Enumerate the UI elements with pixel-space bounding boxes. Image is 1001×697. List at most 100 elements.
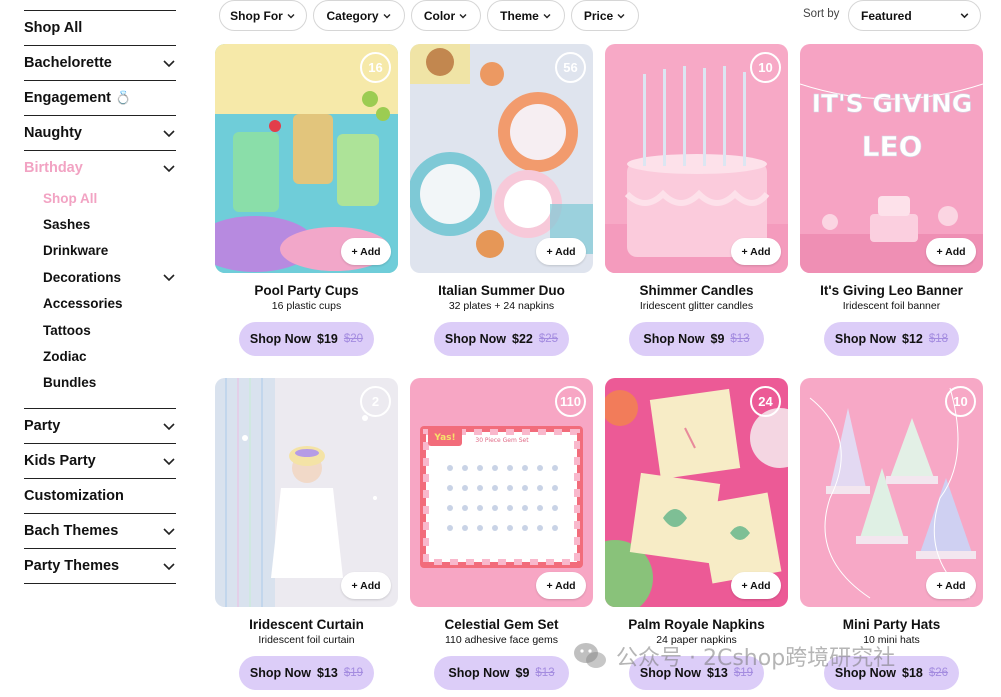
sidebar-item-bach-themes[interactable]: Bach Themes — [24, 514, 176, 550]
chevron-down-icon — [287, 13, 295, 18]
chevron-down-icon[interactable] — [162, 524, 176, 538]
filter-label: Color — [423, 8, 456, 23]
product-title[interactable]: Iridescent Curtain — [215, 617, 398, 633]
sidebar-item-label: Customization — [24, 488, 124, 505]
sidebar-item-customization[interactable]: Customization — [24, 479, 176, 515]
product-title[interactable]: Mini Party Hats — [800, 617, 983, 633]
submenu-item-label: Sashes — [43, 217, 91, 233]
product-title[interactable]: Italian Summer Duo — [410, 283, 593, 299]
sidebar-item-engagement[interactable]: Engagement 💍 — [24, 81, 176, 116]
sidebar-item-birthday[interactable]: Birthday — [24, 151, 176, 185]
submenu-item-accessories[interactable]: Accessories — [43, 291, 176, 317]
product-image[interactable]: 56 + Add — [410, 44, 593, 273]
chevron-down-icon[interactable] — [162, 559, 176, 573]
product-title[interactable]: Shimmer Candles — [605, 283, 788, 299]
product-card[interactable]: IT'S GIVING LEO + Add It's Giving Leo Ba… — [800, 44, 983, 356]
filter-color[interactable]: Color — [411, 0, 481, 31]
product-image[interactable]: 10 + Add — [605, 44, 788, 273]
product-subtitle: 16 plastic cups — [271, 300, 342, 312]
submenu-item-bundles[interactable]: Bundles — [43, 370, 176, 396]
wechat-icon — [574, 643, 606, 668]
filter-shop-for[interactable]: Shop For — [219, 0, 307, 31]
chevron-down-icon[interactable] — [162, 126, 176, 140]
filter-price[interactable]: Price — [571, 0, 639, 31]
shop-now-button[interactable]: Shop Now $9 $13 — [629, 322, 764, 356]
shop-now-label: Shop Now — [444, 332, 507, 346]
submenu-item-tattoos[interactable]: Tattoos — [43, 317, 176, 343]
product-title[interactable]: It's Giving Leo Banner — [800, 283, 983, 299]
chevron-down-icon[interactable] — [162, 419, 176, 433]
chevron-down-icon[interactable] — [162, 56, 176, 70]
add-to-cart-button[interactable]: + Add — [926, 238, 976, 265]
shop-now-button[interactable]: Shop Now $13 $19 — [239, 656, 374, 690]
category-sidebar: Shop All Bachelorette Engagement 💍 Naught… — [24, 10, 176, 585]
shop-now-label: Shop Now — [643, 332, 705, 346]
sidebar-item-party-themes[interactable]: Party Themes — [24, 549, 176, 585]
old-price: $25 — [538, 333, 559, 345]
add-to-cart-button[interactable]: + Add — [341, 238, 391, 265]
submenu-item-sashes[interactable]: Sashes — [43, 211, 176, 237]
submenu-item-label: Accessories — [43, 296, 123, 312]
add-to-cart-button[interactable]: + Add — [536, 238, 586, 265]
product-image[interactable]: 2 + Add — [215, 378, 398, 607]
sidebar-item-shop-all[interactable]: Shop All — [24, 11, 176, 46]
old-price: $18 — [928, 333, 949, 345]
product-image[interactable]: Yas! 30 Piece Gem Set 110 + Add — [410, 378, 593, 607]
add-to-cart-button[interactable]: + Add — [731, 572, 781, 599]
submenu-item-zodiac[interactable]: Zodiac — [43, 343, 176, 369]
sidebar-item-kids-party[interactable]: Kids Party — [24, 444, 176, 480]
shop-now-button[interactable]: Shop Now $9 $13 — [434, 656, 569, 690]
old-price: $19 — [343, 667, 364, 679]
sidebar-item-party[interactable]: Party — [24, 409, 176, 445]
banner-text-line-2: LEO — [862, 130, 923, 163]
chevron-down-icon — [459, 13, 467, 18]
product-card[interactable]: 2 + Add Iridescent Curtain Iridescent fo… — [215, 378, 398, 690]
filter-theme[interactable]: Theme — [487, 0, 565, 31]
product-title[interactable]: Palm Royale Napkins — [605, 617, 788, 633]
product-card[interactable]: Yas! 30 Piece Gem Set 110 + Add Celestia… — [410, 378, 593, 690]
submenu-item-label: Decorations — [43, 269, 122, 285]
submenu-item-label: Tattoos — [43, 322, 91, 338]
add-to-cart-button[interactable]: + Add — [341, 572, 391, 599]
product-image[interactable]: 24 + Add — [605, 378, 788, 607]
product-subtitle: 32 plates + 24 napkins — [448, 300, 555, 312]
product-image[interactable]: 10 + Add — [800, 378, 983, 607]
submenu-item-decorations[interactable]: Decorations — [43, 264, 176, 290]
filter-label: Theme — [500, 8, 539, 23]
add-to-cart-button[interactable]: + Add — [731, 238, 781, 265]
product-title[interactable]: Pool Party Cups — [215, 283, 398, 299]
birthday-submenu: Shop All Sashes Drinkware Decorations Ac… — [24, 185, 176, 410]
product-title[interactable]: Celestial Gem Set — [410, 617, 593, 633]
shop-now-button[interactable]: Shop Now $22 $25 — [434, 322, 569, 356]
product-card[interactable]: 10 + Add Shimmer Candles Iridescent glit… — [605, 44, 788, 356]
shop-now-button[interactable]: Shop Now $19 $20 — [239, 322, 374, 356]
sort-by-label: Sort by — [803, 8, 840, 20]
watermark: 公众号 · 2Cshop跨境研究社 — [572, 640, 895, 672]
shop-now-label: Shop Now — [249, 666, 312, 680]
filter-category[interactable]: Category — [313, 0, 405, 31]
sidebar-item-label: Party — [24, 418, 61, 435]
shop-now-label: Shop Now — [448, 666, 510, 680]
submenu-item-drinkware[interactable]: Drinkware — [43, 238, 176, 264]
item-count-badge: 24 — [750, 386, 781, 417]
sidebar-item-naughty[interactable]: Naughty — [24, 116, 176, 151]
item-count-badge: 16 — [360, 52, 391, 83]
chevron-down-icon[interactable] — [162, 270, 176, 284]
sort-select[interactable]: Featured — [848, 0, 981, 31]
product-image[interactable]: 16 + Add — [215, 44, 398, 273]
item-count-badge: 110 — [555, 386, 586, 417]
submenu-item-shop-all[interactable]: Shop All — [43, 185, 176, 211]
submenu-item-label: Drinkware — [43, 243, 109, 259]
shop-now-label: Shop Now — [249, 332, 312, 346]
old-price: $13 — [730, 333, 750, 345]
shop-now-button[interactable]: Shop Now $12 $18 — [824, 322, 959, 356]
add-to-cart-button[interactable]: + Add — [536, 572, 586, 599]
sidebar-item-bachelorette[interactable]: Bachelorette — [24, 46, 176, 81]
old-price: $26 — [928, 667, 949, 679]
chevron-up-icon[interactable] — [162, 161, 176, 175]
chevron-down-icon[interactable] — [162, 454, 176, 468]
add-to-cart-button[interactable]: + Add — [926, 572, 976, 599]
product-card[interactable]: 56 + Add Italian Summer Duo 32 plates + … — [410, 44, 593, 356]
product-card[interactable]: 16 + Add Pool Party Cups 16 plastic cups… — [215, 44, 398, 356]
product-image[interactable]: IT'S GIVING LEO + Add — [800, 44, 983, 273]
